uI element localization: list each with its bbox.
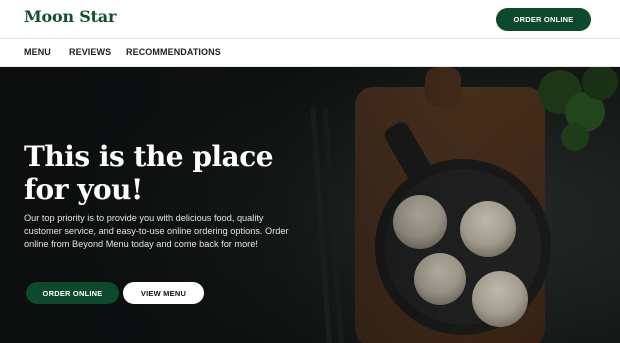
hero-section: This is the place for you! Our top prior… [0, 67, 620, 343]
nav-item-recommendations[interactable]: RECOMMENDATIONS [126, 47, 221, 57]
nav-item-reviews[interactable]: REVIEWS [69, 47, 111, 57]
nav-item-menu[interactable]: MENU [24, 47, 51, 57]
nav-bar: MENU REVIEWS RECOMMENDATIONS [0, 40, 620, 67]
site-header: Moon Star ORDER ONLINE [0, 0, 620, 39]
order-online-button[interactable]: ORDER ONLINE [496, 8, 591, 31]
hero-description: Our top priority is to provide you with … [24, 213, 289, 249]
logo[interactable]: Moon Star [24, 7, 116, 26]
hero-title: This is the place for you! [24, 140, 274, 206]
view-menu-button[interactable]: VIEW MENU [123, 282, 204, 304]
hero-order-online-button[interactable]: ORDER ONLINE [26, 282, 119, 304]
